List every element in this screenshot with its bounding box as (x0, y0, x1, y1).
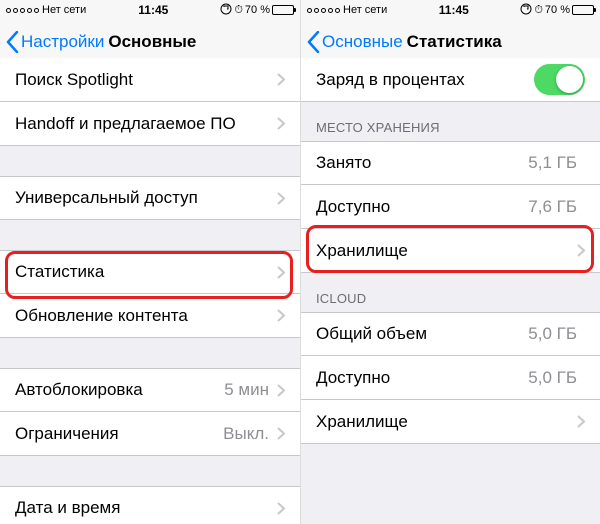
phone-left: Нет сети 11:45 ⏱ 70 % Настройки Основные… (0, 0, 300, 524)
phone-right: Нет сети 11:45 ⏱ 70 % Основные Статистик… (300, 0, 600, 524)
row-label: Универсальный доступ (15, 188, 277, 208)
alarm-icon: ⏱ (534, 4, 543, 17)
clock: 11:45 (439, 3, 469, 17)
chevron-right-icon (577, 244, 585, 257)
row-value: 5,0 ГБ (528, 324, 577, 344)
back-button[interactable]: Основные (307, 31, 403, 53)
row-label: Общий объем (316, 324, 528, 344)
row-handoff[interactable]: Handoff и предлагаемое ПО (0, 102, 300, 146)
row-icloud-manage-storage[interactable]: Хранилище (301, 400, 600, 444)
row-value: Выкл. (223, 424, 269, 444)
battery-icon (572, 5, 594, 15)
row-label: Хранилище (316, 241, 577, 261)
row-label: Ограничения (15, 424, 223, 444)
signal-icon (307, 8, 340, 13)
back-label: Настройки (21, 32, 104, 52)
row-available: Доступно 7,6 ГБ (301, 185, 600, 229)
carrier-label: Нет сети (42, 4, 86, 16)
chevron-right-icon (277, 384, 285, 397)
battery-percent: 70 % (545, 4, 570, 16)
row-icloud-available: Доступно 5,0 ГБ (301, 356, 600, 400)
chevron-right-icon (277, 266, 285, 279)
row-value: 5,1 ГБ (528, 153, 577, 173)
back-label: Основные (322, 32, 403, 52)
row-autolock[interactable]: Автоблокировка 5 мин (0, 368, 300, 412)
row-label: Занято (316, 153, 528, 173)
row-used: Занято 5,1 ГБ (301, 141, 600, 185)
chevron-right-icon (277, 117, 285, 130)
status-bar: Нет сети 11:45 ⏱ 70 % (0, 0, 300, 20)
clock: 11:45 (138, 3, 168, 17)
chevron-right-icon (277, 192, 285, 205)
row-restrictions[interactable]: Ограничения Выкл. (0, 412, 300, 456)
row-label: Поиск Spotlight (15, 70, 277, 90)
battery-icon (272, 5, 294, 15)
rotation-lock-icon (220, 3, 232, 18)
row-manage-storage[interactable]: Хранилище (301, 229, 600, 273)
row-label: Handoff и предлагаемое ПО (15, 114, 277, 134)
back-button[interactable]: Настройки (6, 31, 104, 53)
chevron-right-icon (577, 415, 585, 428)
row-battery-percent[interactable]: Заряд в процентах (301, 58, 600, 102)
chevron-right-icon (277, 427, 285, 440)
chevron-right-icon (277, 73, 285, 86)
carrier-label: Нет сети (343, 4, 387, 16)
row-label: Автоблокировка (15, 380, 224, 400)
row-label: Доступно (316, 197, 528, 217)
signal-icon (6, 8, 39, 13)
row-icloud-total: Общий объем 5,0 ГБ (301, 312, 600, 356)
group-header-icloud: ICLOUD (301, 273, 600, 312)
row-value: 7,6 ГБ (528, 197, 577, 217)
toggle-switch[interactable] (534, 64, 585, 95)
chevron-right-icon (277, 309, 285, 322)
page-title: Статистика (407, 32, 502, 52)
chevron-left-icon (6, 31, 19, 53)
row-value: 5,0 ГБ (528, 368, 577, 388)
row-statistics[interactable]: Статистика (0, 250, 300, 294)
row-datetime[interactable]: Дата и время (0, 486, 300, 524)
row-label: Обновление контента (15, 306, 277, 326)
row-background-refresh[interactable]: Обновление контента (0, 294, 300, 338)
alarm-icon: ⏱ (234, 4, 243, 17)
row-label: Доступно (316, 368, 528, 388)
row-label: Дата и время (15, 498, 277, 518)
status-bar: Нет сети 11:45 ⏱ 70 % (301, 0, 600, 20)
chevron-right-icon (277, 502, 285, 515)
row-value: 5 мин (224, 380, 269, 400)
group-header-storage: МЕСТО ХРАНЕНИЯ (301, 102, 600, 141)
rotation-lock-icon (520, 3, 532, 18)
row-label: Заряд в процентах (316, 70, 534, 90)
page-title: Основные (108, 32, 196, 52)
chevron-left-icon (307, 31, 320, 53)
row-accessibility[interactable]: Универсальный доступ (0, 176, 300, 220)
list-group: Поиск Spotlight Handoff и предлагаемое П… (0, 58, 300, 146)
row-label: Статистика (15, 262, 277, 282)
row-label: Хранилище (316, 412, 577, 432)
row-spotlight[interactable]: Поиск Spotlight (0, 58, 300, 102)
battery-percent: 70 % (245, 4, 270, 16)
